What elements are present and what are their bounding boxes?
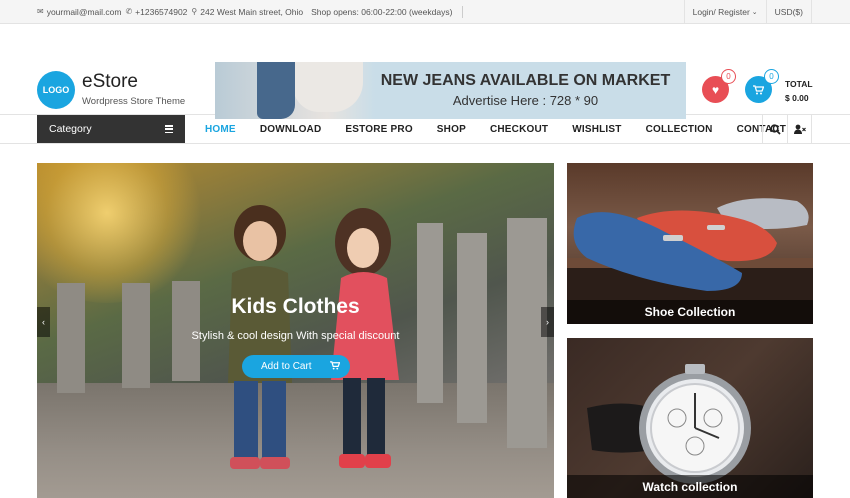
wishlist-count-badge: 0 xyxy=(721,69,736,84)
cart-total-amount: $ 0.00 xyxy=(785,93,809,103)
contact-phone: +1236574902 xyxy=(135,6,188,17)
banner-headline: NEW JEANS AVAILABLE ON MARKET xyxy=(380,72,671,89)
slider-subtitle: Stylish & cool design With special disco… xyxy=(191,330,400,342)
map-marker-icon: ⚲ xyxy=(191,7,198,16)
nav-icon-buttons xyxy=(762,115,812,143)
banner-subline: Advertise Here : 728 * 90 xyxy=(452,93,599,108)
site-logo[interactable]: LOGO xyxy=(37,71,75,109)
nav-item-shop[interactable]: SHOP xyxy=(425,124,478,135)
slider-title: Kids Clothes xyxy=(231,295,360,318)
divider xyxy=(462,5,464,18)
chevron-down-icon: ⌄ xyxy=(751,9,758,16)
login-register-dropdown[interactable]: Login/ Register ⌄ xyxy=(683,0,766,24)
menu-items: HOME DOWNLOAD ESTORE PRO SHOP CHECKOUT W… xyxy=(193,115,798,143)
nav-item-download[interactable]: DOWNLOAD xyxy=(248,124,334,135)
nav-item-collection[interactable]: COLLECTION xyxy=(634,124,725,135)
category-label: Category xyxy=(49,123,92,135)
promo-tile-shoes[interactable]: Shoe Collection xyxy=(567,163,813,324)
add-to-cart-button[interactable]: Add to Cart xyxy=(242,355,350,378)
nav-item-wishlist[interactable]: WISHLIST xyxy=(560,124,633,135)
advertisement-banner[interactable]: NEW JEANS AVAILABLE ON MARKET Advertise … xyxy=(215,62,686,119)
promo-caption-watches: Watch collection xyxy=(567,475,813,498)
wishlist-button[interactable]: ♥ 0 xyxy=(702,69,736,103)
banner-model-shirt xyxy=(293,62,363,112)
shop-hours: Shop opens: 06:00-22:00 (weekdays) xyxy=(311,6,453,17)
envelope-icon: ✉ xyxy=(37,7,44,16)
chevron-left-icon: ‹ xyxy=(42,317,45,327)
top-bar: ✉ yourmail@mail.com ✆ +1236574902 ⚲ 242 … xyxy=(0,0,850,24)
contact-address: 242 West Main street, Ohio xyxy=(200,6,304,17)
banner-model-jeans xyxy=(257,62,295,119)
nav-item-checkout[interactable]: CHECKOUT xyxy=(478,124,560,135)
login-register-label: Login/ Register xyxy=(692,7,750,17)
promo-tile-watches[interactable]: Watch collection xyxy=(567,338,813,498)
site-header: LOGO eStore Wordpress Store Theme NEW JE… xyxy=(0,24,850,119)
nav-item-estore-pro[interactable]: ESTORE PRO xyxy=(333,124,424,135)
shopping-cart-icon xyxy=(753,84,764,94)
cart-total-label: TOTAL xyxy=(785,79,813,89)
currency-selector[interactable]: USD($) xyxy=(765,0,812,24)
shopping-cart-icon xyxy=(330,361,340,370)
search-icon xyxy=(769,123,781,135)
search-button[interactable] xyxy=(762,115,787,143)
user-account-button[interactable] xyxy=(787,115,812,143)
watch-image xyxy=(587,364,751,484)
slider-railing-post xyxy=(457,233,487,423)
hero-slider: Kids Clothes Stylish & cool design With … xyxy=(37,163,554,498)
logo-text: LOGO xyxy=(42,85,70,95)
phone-icon: ✆ xyxy=(125,7,133,16)
site-title[interactable]: eStore xyxy=(82,71,138,93)
category-menu-button[interactable]: Category xyxy=(37,115,185,143)
main-navigation: Category HOME DOWNLOAD ESTORE PRO SHOP C… xyxy=(0,115,850,144)
heart-icon: ♥ xyxy=(711,82,720,97)
slider-prev-arrow[interactable]: ‹ xyxy=(37,307,50,337)
hamburger-icon xyxy=(165,125,173,135)
site-tagline: Wordpress Store Theme xyxy=(82,96,186,107)
nav-item-home[interactable]: HOME xyxy=(193,124,248,135)
promo-caption-shoes: Shoe Collection xyxy=(567,300,813,324)
slider-next-arrow[interactable]: › xyxy=(541,307,554,337)
account-links: Login/ Register ⌄ USD($) xyxy=(683,0,812,24)
user-icon xyxy=(793,124,806,134)
add-to-cart-label: Add to Cart xyxy=(261,361,312,372)
cart-count-badge: 0 xyxy=(764,69,779,84)
chevron-right-icon: › xyxy=(546,317,549,327)
cart-button[interactable]: 0 xyxy=(745,69,779,103)
currency-label: USD($) xyxy=(774,7,803,17)
contact-email[interactable]: yourmail@mail.com xyxy=(47,7,122,17)
contact-info: ✉ yourmail@mail.com ✆ +1236574902 ⚲ 242 … xyxy=(37,5,464,18)
